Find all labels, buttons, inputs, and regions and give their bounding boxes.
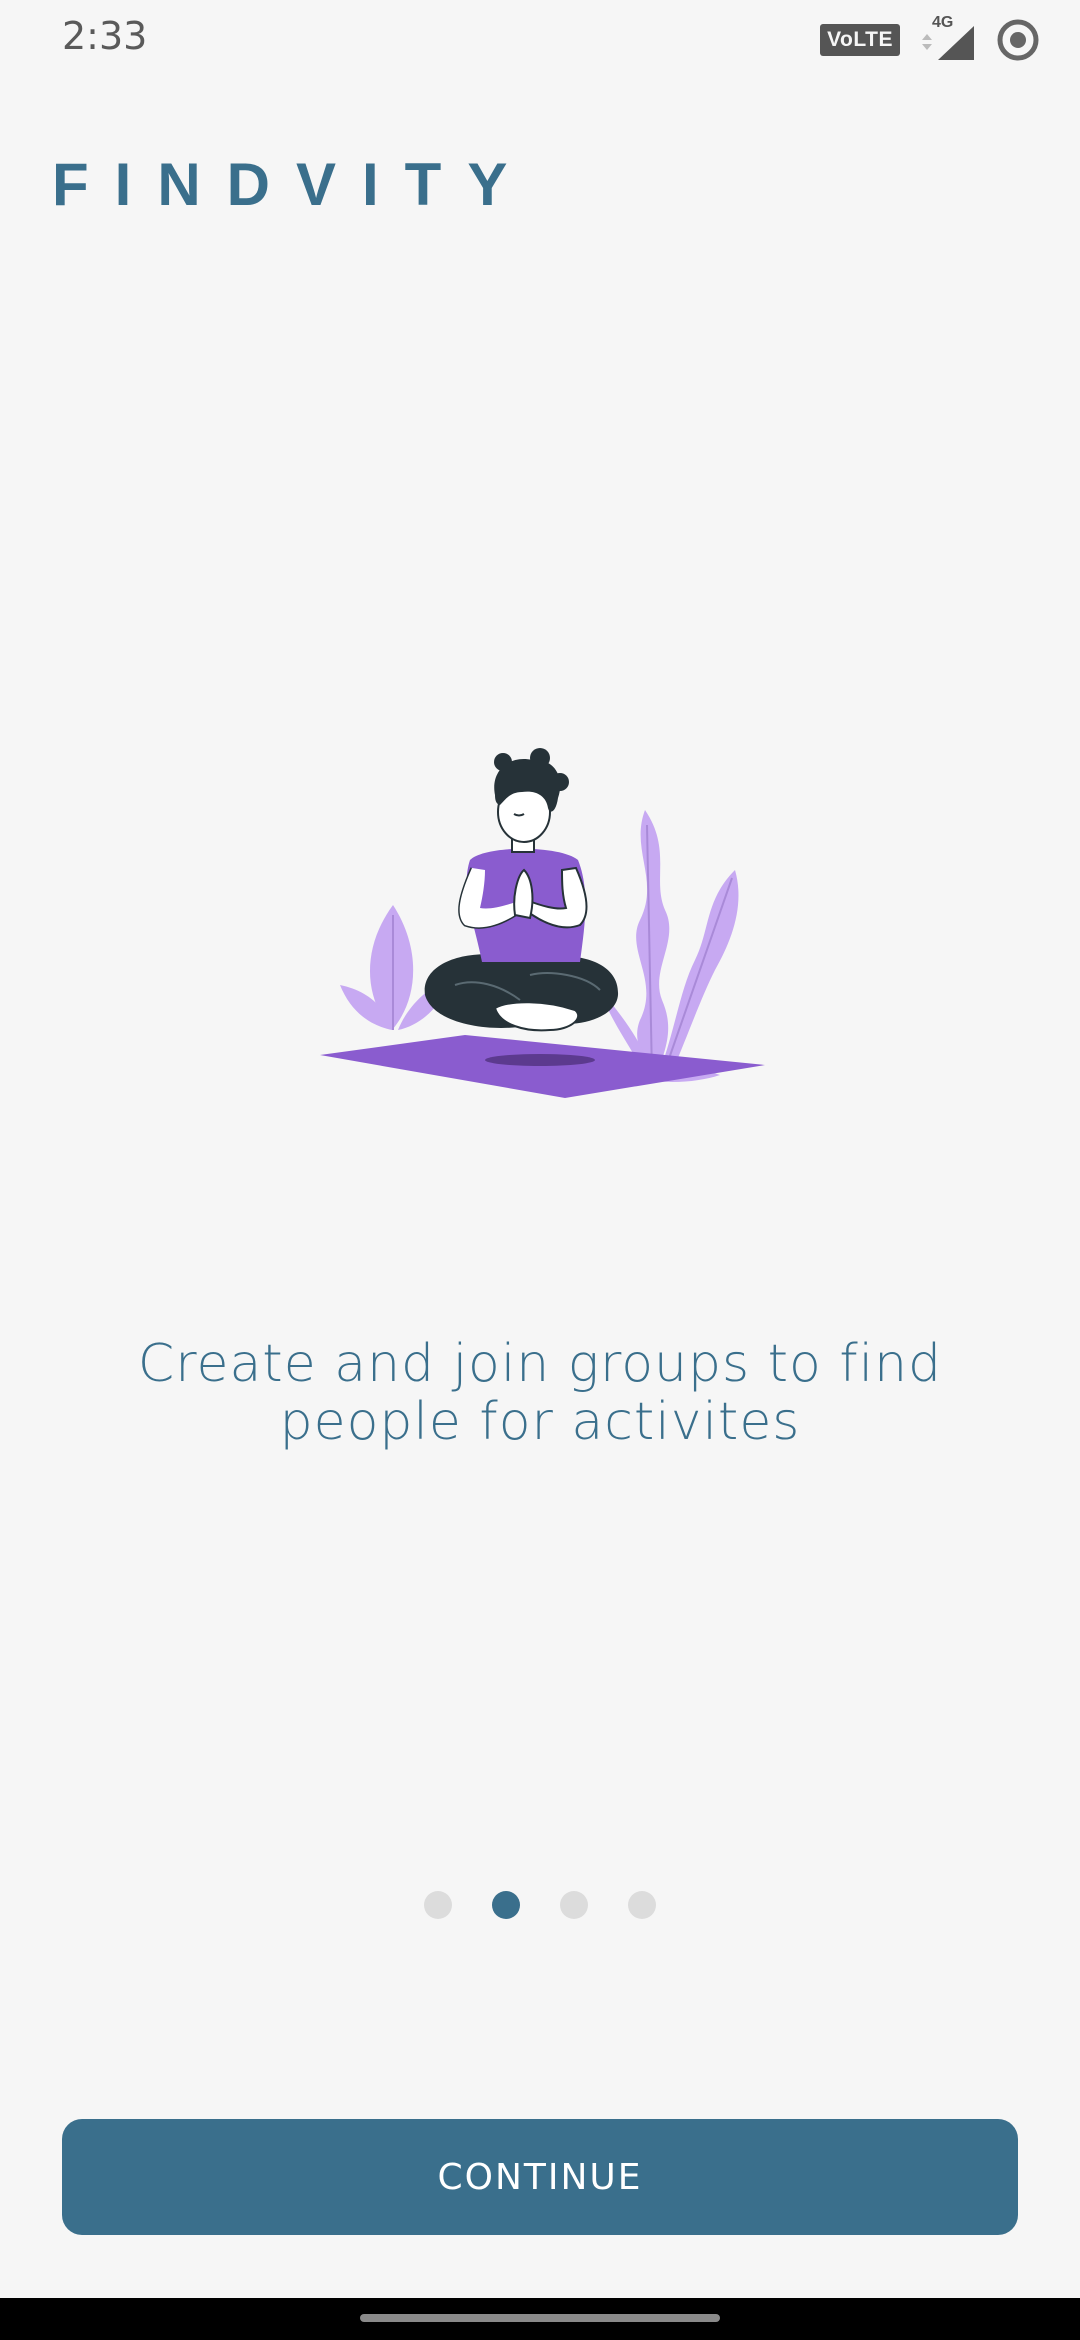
onboarding-screen: 2:33 VoLTE 4G FINDVITY Create and join g… [0, 0, 1080, 2340]
hotspot-icon [997, 19, 1039, 61]
yoga-mat-illustration [320, 1035, 765, 1098]
status-icons: VoLTE 4G [820, 14, 1040, 62]
network-type-label: 4G [932, 14, 954, 31]
plant-right-illustration [600, 810, 739, 1082]
meditating-person-illustration [424, 748, 619, 1032]
app-logo-wordmark: FINDVITY [52, 151, 534, 218]
page-dot[interactable] [560, 1891, 588, 1919]
home-gesture-handle[interactable] [360, 2314, 720, 2322]
volte-badge: VoLTE [820, 24, 900, 56]
status-bar: 2:33 VoLTE 4G [0, 0, 1080, 80]
plant-left-illustration [340, 905, 450, 1030]
signal-icon: 4G [918, 14, 978, 62]
person-meditating-illustration [320, 748, 765, 1098]
status-time: 2:33 [62, 14, 148, 58]
onboarding-caption: Create and join groups to find people fo… [137, 1334, 943, 1452]
page-dot-active[interactable] [492, 1891, 520, 1919]
page-dot[interactable] [424, 1891, 452, 1919]
page-dot[interactable] [628, 1891, 656, 1919]
page-indicator [0, 1891, 1080, 1919]
continue-button[interactable]: CONTINUE [62, 2119, 1018, 2235]
